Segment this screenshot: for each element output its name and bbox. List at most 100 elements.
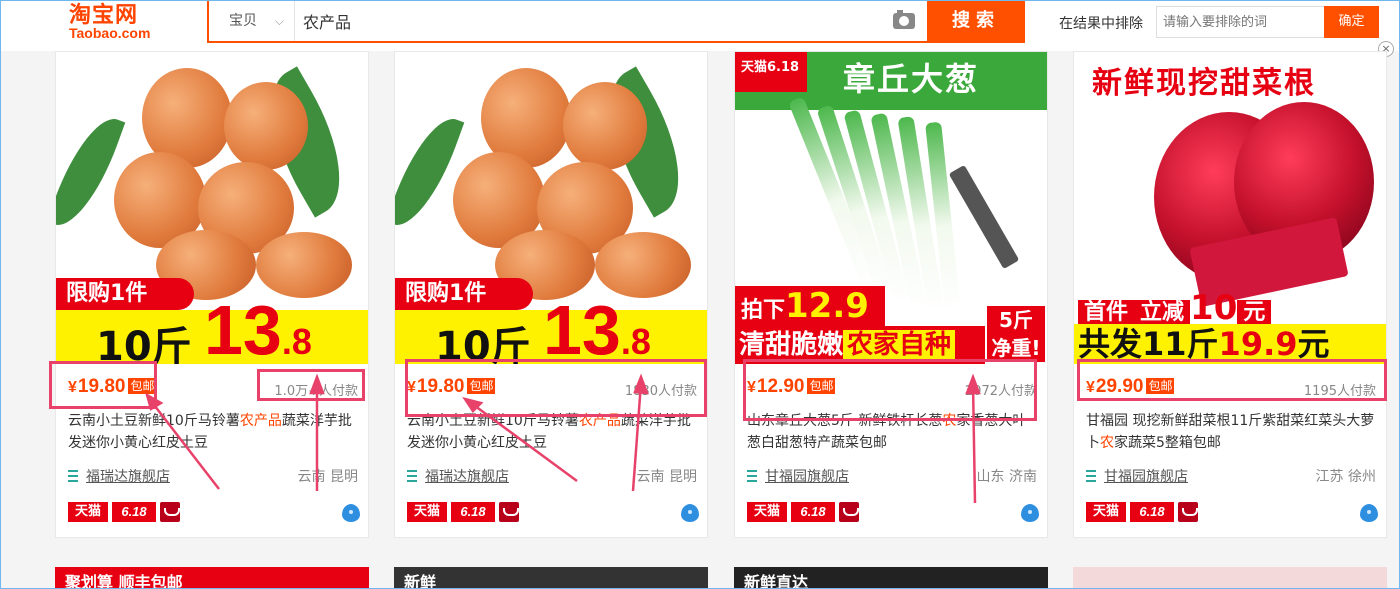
shop-row: 福瑞达旗舰店 云南 昆明 <box>68 466 358 486</box>
header: 淘宝网 Taobao.com 宝贝 ⌵ 搜索 在结果中排除 确定 × <box>1 1 1399 57</box>
potato-shape <box>224 82 308 170</box>
potato-shape <box>595 232 691 298</box>
shop-link[interactable]: 福瑞达旗舰店 <box>425 466 509 486</box>
badge-row: 天猫 6.18 <box>68 502 360 524</box>
product-card[interactable]: 章丘大葱 天猫6.18 拍下12.9元 清甜脆嫩农家自种 5斤 净重! ¥12.… <box>734 51 1048 538</box>
image-total-a: 共发11斤 <box>1078 325 1219 363</box>
promo-618-badge[interactable]: 6.18 <box>451 502 495 522</box>
annotation-box <box>405 359 707 417</box>
location: 江苏 徐州 <box>1315 469 1376 485</box>
title-part: 家蔬菜5整箱包邮 <box>1114 435 1221 451</box>
shop-icon <box>407 470 417 482</box>
image-first-discount: 首件 立减 10 元 <box>1074 288 1386 328</box>
promo-618-badge[interactable]: 6.18 <box>112 502 156 522</box>
wangwang-icon[interactable] <box>1021 504 1039 522</box>
product-image[interactable]: 限购1件 10斤 13.8 <box>56 52 368 364</box>
image-price-tag: 拍下12.9元 <box>735 286 885 363</box>
promo-618-badge[interactable]: 6.18 <box>791 502 835 522</box>
promo-limit: 限购1件 <box>395 278 533 310</box>
product-image[interactable]: 新鲜现挖甜菜根 首件 立减 10 元 共发11斤19.9元 <box>1074 52 1386 364</box>
location: 云南 昆明 <box>636 469 697 485</box>
product-card-partial[interactable]: 新鲜直达 <box>734 567 1048 589</box>
page-frame: 淘宝网 Taobao.com 宝贝 ⌵ 搜索 在结果中排除 确定 × <box>0 0 1400 589</box>
potato-shape <box>563 82 647 170</box>
leaf-shape <box>56 108 126 236</box>
search-bar: 宝贝 ⌵ 搜索 <box>207 1 1025 43</box>
promo-weight: 10斤 <box>435 324 531 364</box>
image-total-b: 19.9 <box>1218 325 1298 363</box>
annotation-box <box>1077 359 1387 401</box>
title-highlight: 农产品 <box>239 413 282 429</box>
image-first-b: 立减 <box>1134 300 1191 325</box>
wangwang-icon[interactable] <box>681 504 699 522</box>
product-card-partial[interactable]: 聚划算 顺丰包邮 <box>55 567 369 589</box>
product-card[interactable]: 限购1件 10斤 13.8 ¥19.80 包邮 1.0万+人付款 云南小土豆新鲜1… <box>55 51 369 538</box>
product-image[interactable]: 章丘大葱 天猫6.18 拍下12.9元 清甜脆嫩农家自种 5斤 净重! <box>735 52 1047 364</box>
shop-link[interactable]: 甘福园旗舰店 <box>1104 466 1188 486</box>
image-tmall-618: 天猫6.18 <box>735 52 807 92</box>
shop-icon <box>1086 470 1096 482</box>
image-weight-tag: 5斤 净重! <box>985 304 1047 364</box>
image-price-prefix: 拍下 <box>741 298 786 323</box>
image-slogan-b: 农家自种 <box>843 330 956 360</box>
search-category-select[interactable]: 宝贝 ⌵ <box>209 1 295 41</box>
partial-card-text: 聚划算 顺丰包邮 <box>65 573 183 589</box>
image-total-c: 元 <box>1297 325 1330 363</box>
tmall-cat-icon[interactable] <box>160 502 180 522</box>
image-total-price: 共发11斤19.9元 <box>1074 324 1386 364</box>
wangwang-icon[interactable] <box>342 504 360 522</box>
product-card-partial[interactable] <box>1073 567 1387 588</box>
shop-icon <box>68 470 78 482</box>
image-first-d: 元 <box>1237 300 1272 325</box>
shop-icon <box>747 470 757 482</box>
exclude-panel: 在结果中排除 确定 <box>1041 1 1399 47</box>
promo-weight: 10斤 <box>96 324 192 364</box>
search-input[interactable] <box>303 9 863 33</box>
product-card[interactable]: 限购1件 10斤 13.8 ¥19.80 包邮 1830人付款 云南小土豆新鲜10… <box>394 51 708 538</box>
title-highlight: 农 <box>1100 435 1114 451</box>
partial-card-text: 新鲜直达 <box>744 573 809 589</box>
camera-icon[interactable] <box>893 10 915 29</box>
image-title: 新鲜现挖甜菜根 <box>1092 66 1316 101</box>
search-category-label: 宝贝 <box>229 13 257 29</box>
image-first-a: 首件 <box>1078 300 1135 325</box>
promo-price-dec: .8 <box>281 321 312 362</box>
product-title[interactable]: 甘福园 现挖新鲜甜菜根11斤紫甜菜红菜头大萝卜农家蔬菜5整箱包邮 <box>1086 410 1378 456</box>
promo-limit: 限购1件 <box>56 278 194 310</box>
product-card-partial[interactable]: 新鲜 <box>394 567 708 588</box>
title-part: 云南小土豆新鲜10斤马铃薯 <box>68 413 240 429</box>
exclude-confirm-button[interactable]: 确定 <box>1324 6 1379 38</box>
image-title: 章丘大葱 <box>843 60 980 98</box>
shop-row: 甘福园旗舰店 江苏 徐州 <box>1086 466 1376 486</box>
tmall-cat-icon[interactable] <box>1178 502 1198 522</box>
image-slogan-a: 清甜脆嫩 <box>739 330 844 360</box>
tmall-badge[interactable]: 天猫 <box>1086 502 1126 522</box>
wangwang-icon[interactable] <box>1360 504 1378 522</box>
promo-618-badge[interactable]: 6.18 <box>1130 502 1174 522</box>
product-title[interactable]: 云南小土豆新鲜10斤马铃薯农产品蔬菜洋芋批发迷你小黄心红皮土豆 <box>68 410 360 456</box>
tmall-badge[interactable]: 天猫 <box>747 502 787 522</box>
exclude-label: 在结果中排除 <box>1059 16 1143 32</box>
promo-price: 13.8 <box>543 290 651 364</box>
image-first-c: 10 <box>1190 288 1238 328</box>
search-button[interactable]: 搜索 <box>927 1 1025 41</box>
tmall-cat-icon[interactable] <box>839 502 859 522</box>
chevron-down-icon: ⌵ <box>274 14 284 28</box>
tmall-cat-icon[interactable] <box>499 502 519 522</box>
annotation-box <box>743 359 1037 421</box>
taobao-logo[interactable]: 淘宝网 Taobao.com <box>61 1 181 47</box>
badge-row: 天猫 6.18 <box>407 502 699 524</box>
logo-text-en: Taobao.com <box>69 25 151 41</box>
shop-row: 福瑞达旗舰店 云南 昆明 <box>407 466 697 486</box>
product-card[interactable]: 新鲜现挖甜菜根 首件 立减 10 元 共发11斤19.9元 ¥29.90 包邮 1195… <box>1073 51 1387 538</box>
promo-price: 13.8 <box>204 290 312 364</box>
location: 山东 济南 <box>976 469 1037 485</box>
shop-link[interactable]: 甘福园旗舰店 <box>765 466 849 486</box>
shop-link[interactable]: 福瑞达旗舰店 <box>86 466 170 486</box>
tmall-badge[interactable]: 天猫 <box>68 502 108 522</box>
product-image[interactable]: 限购1件 10斤 13.8 <box>395 52 707 364</box>
potato-shape <box>256 232 352 298</box>
tmall-badge[interactable]: 天猫 <box>407 502 447 522</box>
badge-row: 天猫 6.18 <box>1086 502 1378 524</box>
exclude-input[interactable] <box>1156 6 1326 38</box>
